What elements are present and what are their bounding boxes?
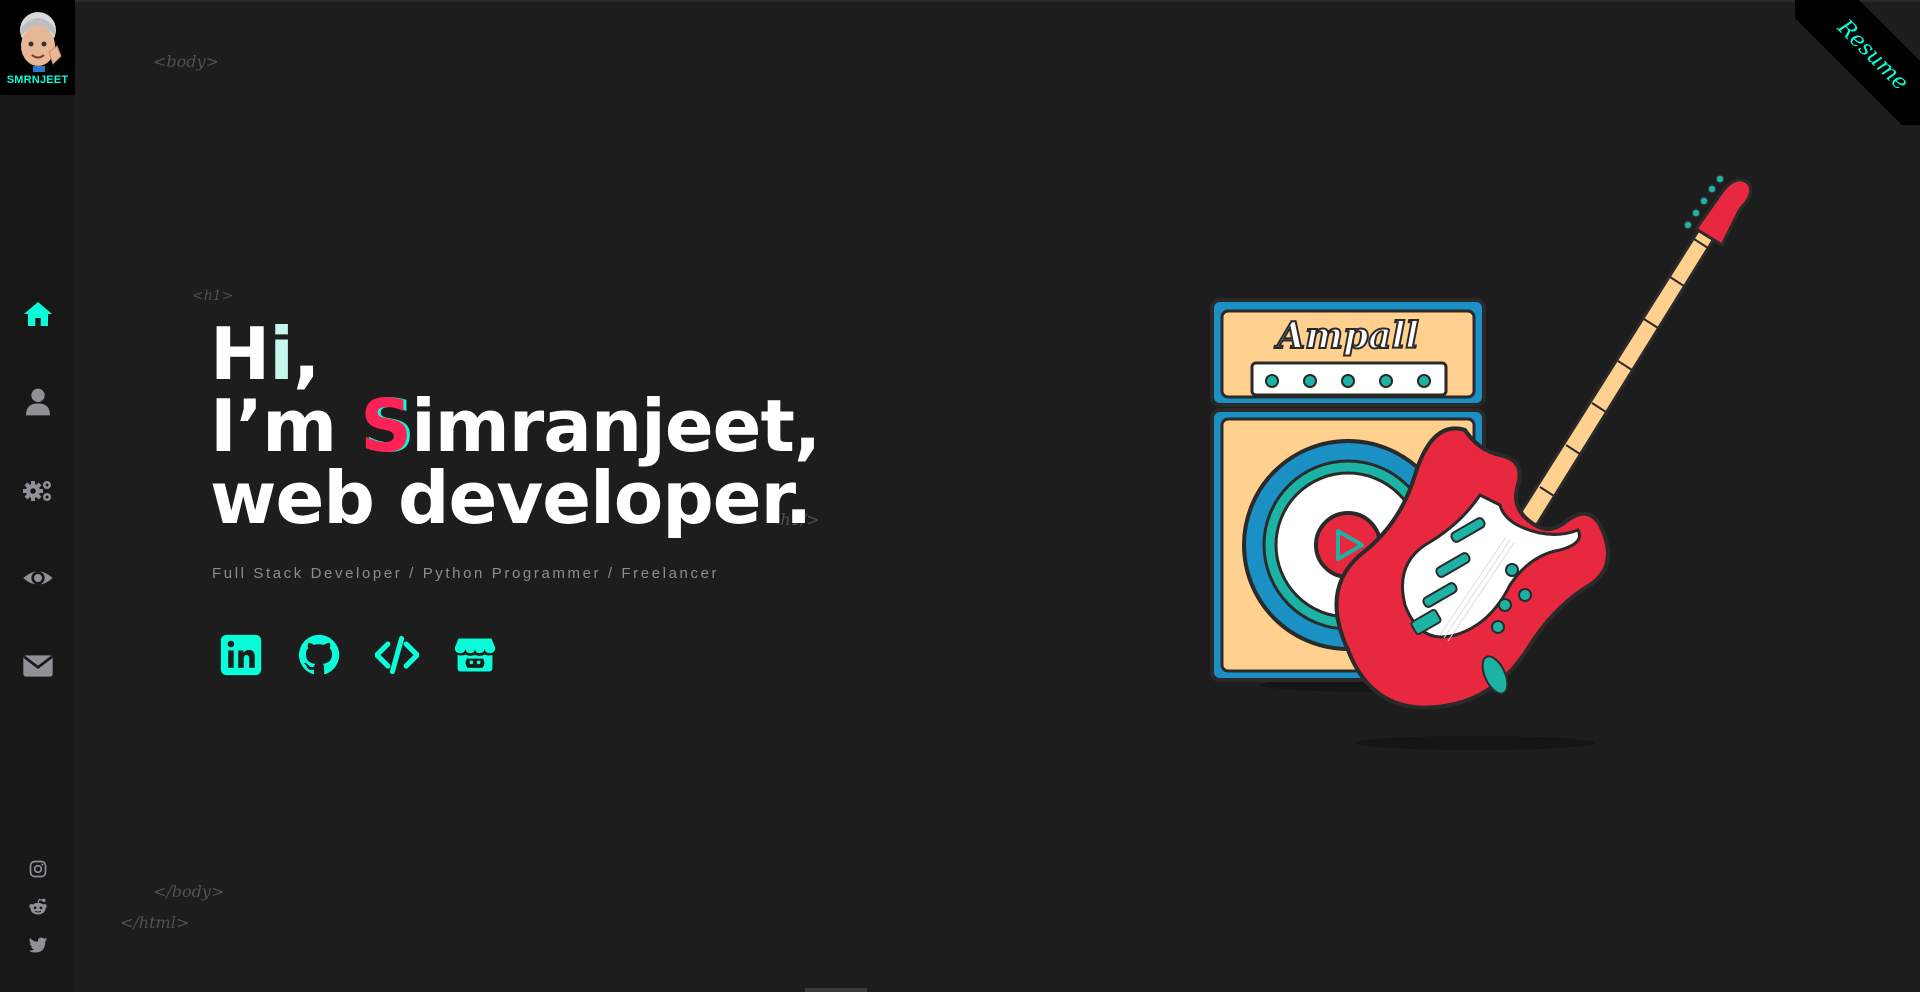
logo[interactable]: SMRNJEET — [0, 0, 75, 95]
linkedin-icon — [220, 634, 262, 676]
hero: Hi, I’m Simranjeet, web developer. — [210, 318, 821, 540]
instagram-link[interactable] — [0, 850, 75, 888]
github-link[interactable] — [293, 630, 345, 680]
resume-button[interactable]: Resume — [1795, 0, 1920, 125]
nav-work[interactable] — [0, 534, 75, 622]
hero-heading: Hi, I’m Simranjeet, web developer. — [210, 318, 821, 540]
home-icon — [23, 302, 52, 326]
amp-guitar-illustration: Ampall — [1210, 174, 1753, 750]
tag-html-close: </html> — [120, 913, 190, 932]
store-icon — [454, 638, 496, 672]
hero-socials — [215, 630, 501, 680]
nav-skills[interactable] — [0, 446, 75, 534]
resume-ribbon: Resume — [1795, 0, 1920, 125]
amp-brand: Ampall — [1274, 315, 1419, 357]
reddit-link[interactable] — [0, 888, 75, 926]
top-border — [0, 0, 1920, 2]
scroll-indicator — [805, 988, 867, 992]
instagram-icon — [29, 860, 46, 878]
main-nav — [0, 270, 75, 710]
heading-line-1: Hi, — [210, 318, 820, 390]
hero-subtitle: Full Stack Developer / Python Programmer… — [212, 565, 720, 582]
tag-body-open: <body> — [153, 52, 219, 71]
heading-line-2: I’m Simranjeet, — [210, 390, 821, 462]
tag-body-close: </body> — [153, 882, 225, 901]
resume-label: Resume — [1832, 14, 1914, 96]
user-icon — [25, 388, 50, 416]
tag-h1-open: <h1> — [192, 288, 234, 304]
sidebar: SMRNJEET — [0, 0, 75, 992]
eye-icon — [22, 571, 53, 585]
nav-home[interactable] — [0, 270, 75, 358]
code-link[interactable] — [371, 630, 423, 680]
logo-text: SMRNJEET — [6, 74, 69, 86]
twitter-link[interactable] — [0, 926, 75, 964]
nav-about[interactable] — [0, 358, 75, 446]
store-link[interactable] — [449, 630, 501, 680]
twitter-icon — [28, 937, 47, 953]
nav-contact[interactable] — [0, 622, 75, 710]
reddit-icon — [28, 898, 47, 915]
gears-icon — [22, 481, 51, 501]
envelope-icon — [22, 655, 53, 677]
avatar-icon — [19, 12, 62, 72]
code-icon — [375, 635, 419, 675]
heading-line-3: web developer. — [210, 456, 812, 540]
github-icon — [298, 634, 340, 675]
sidebar-socials — [0, 850, 75, 964]
linkedin-link[interactable] — [215, 630, 267, 680]
